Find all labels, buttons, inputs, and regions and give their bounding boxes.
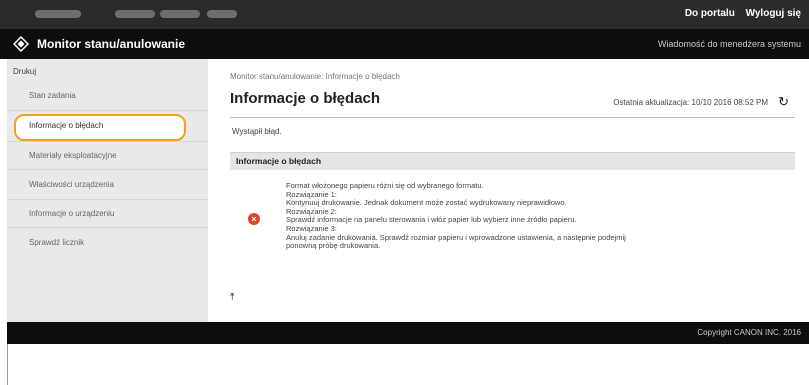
refresh-icon[interactable]: ↻ [778, 94, 789, 110]
divider [7, 199, 208, 200]
sidebar-item-consumables[interactable]: Materiały eksploatacyjne [29, 151, 117, 160]
app-title: Monitor stanu/anulowanie [37, 37, 186, 51]
status-text: Wystąpił błąd. [232, 127, 282, 136]
top-bar: Do portalu Wyloguj się [0, 0, 809, 29]
sidebar: Drukuj Stan zadania Informacje o błędach… [7, 59, 208, 322]
page-title: Informacje o błędach [230, 90, 381, 107]
last-updated-text: Ostatnia aktualizacja: 10/10 2016 08:52 … [613, 98, 768, 107]
blurred-device-info [35, 10, 81, 18]
top-links: Do portalu Wyloguj się [677, 8, 801, 19]
error-line: ponowną próbę drukowania. [286, 241, 381, 251]
divider [230, 117, 795, 118]
sidebar-item-device-properties[interactable]: Właściwości urządzenia [29, 180, 114, 189]
copyright-text: Copyright CANON INC. 2016 [697, 328, 801, 337]
divider [7, 141, 208, 142]
sidebar-item-device-info[interactable]: Informacje o urządzeniu [29, 209, 114, 218]
divider [7, 110, 208, 111]
error-line: Sprawdź informacje na panelu sterowania … [286, 215, 577, 225]
error-line: Format włożonego papieru różni się od wy… [286, 181, 484, 190]
breadcrumb: Monitor stanu/anulowanie: Informacje o b… [230, 72, 400, 81]
canon-diamond-logo-icon [13, 36, 29, 52]
logout-link[interactable]: Wyloguj się [746, 8, 801, 19]
error-details: Format włożonego papieru różni się od wy… [286, 181, 786, 251]
main-content: Monitor stanu/anulowanie: Informacje o b… [208, 59, 809, 322]
sidebar-section-title: Drukuj [13, 67, 37, 76]
divider [7, 344, 8, 385]
back-to-top-icon[interactable]: ⤒ [230, 292, 234, 303]
divider [7, 169, 208, 170]
section-header: Informacje o błędach [230, 152, 795, 170]
blurred-device-info [207, 10, 237, 18]
divider [7, 227, 208, 228]
footer: Copyright CANON INC. 2016 [7, 322, 809, 344]
sidebar-item-job-status[interactable]: Stan zadania [29, 91, 76, 100]
message-to-manager-link[interactable]: Wiadomość do menedżera systemu [658, 39, 801, 49]
sidebar-item-error-info[interactable]: Informacje o błędach [29, 121, 103, 130]
title-bar: Monitor stanu/anulowanie Wiadomość do me… [0, 29, 809, 59]
error-icon: × [248, 213, 260, 225]
error-line: Kontynuuj drukowanie. Jednak dokument mo… [286, 198, 567, 208]
blurred-device-info [115, 10, 155, 18]
section-title: Informacje o błędach [236, 156, 322, 166]
sidebar-item-check-counter[interactable]: Sprawdź licznik [29, 238, 84, 247]
blurred-device-info [160, 10, 200, 18]
portal-link[interactable]: Do portalu [685, 8, 735, 19]
